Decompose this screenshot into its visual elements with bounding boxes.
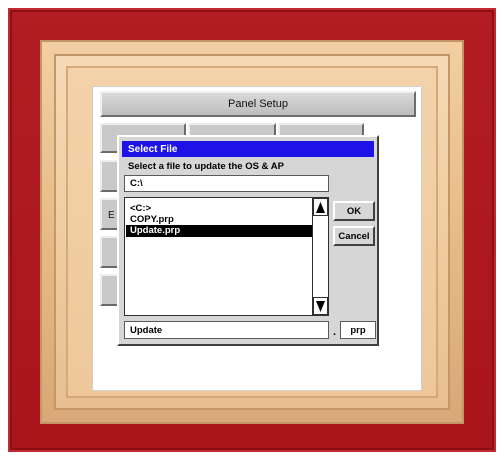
panel-setup-header[interactable]: Panel Setup [100,91,416,117]
ok-button[interactable]: OK [333,201,375,221]
background-button-letter: E [108,210,115,221]
file-list-item-selected[interactable]: Update.prp [126,225,312,237]
scroll-down-button[interactable] [313,297,328,315]
dialog-titlebar: Select File [122,141,374,157]
filename-field[interactable]: Update [124,321,329,339]
panel-setup-label: Panel Setup [228,98,288,110]
triangle-up-icon [316,201,325,213]
cancel-button[interactable]: Cancel [333,226,375,246]
extension-separator: . [333,326,337,338]
dialog-prompt: Select a file to update the OS & AP [128,161,284,172]
scroll-up-button[interactable] [313,198,328,216]
dialog-title: Select File [128,143,178,155]
path-field[interactable]: C:\ [124,175,329,192]
extension-button[interactable]: prp [340,321,376,339]
triangle-down-icon [316,300,325,312]
file-list[interactable]: <C:> COPY.prp Update.prp [124,197,329,316]
device-screen-stage: Panel Setup E Select File Select a file … [0,0,504,461]
